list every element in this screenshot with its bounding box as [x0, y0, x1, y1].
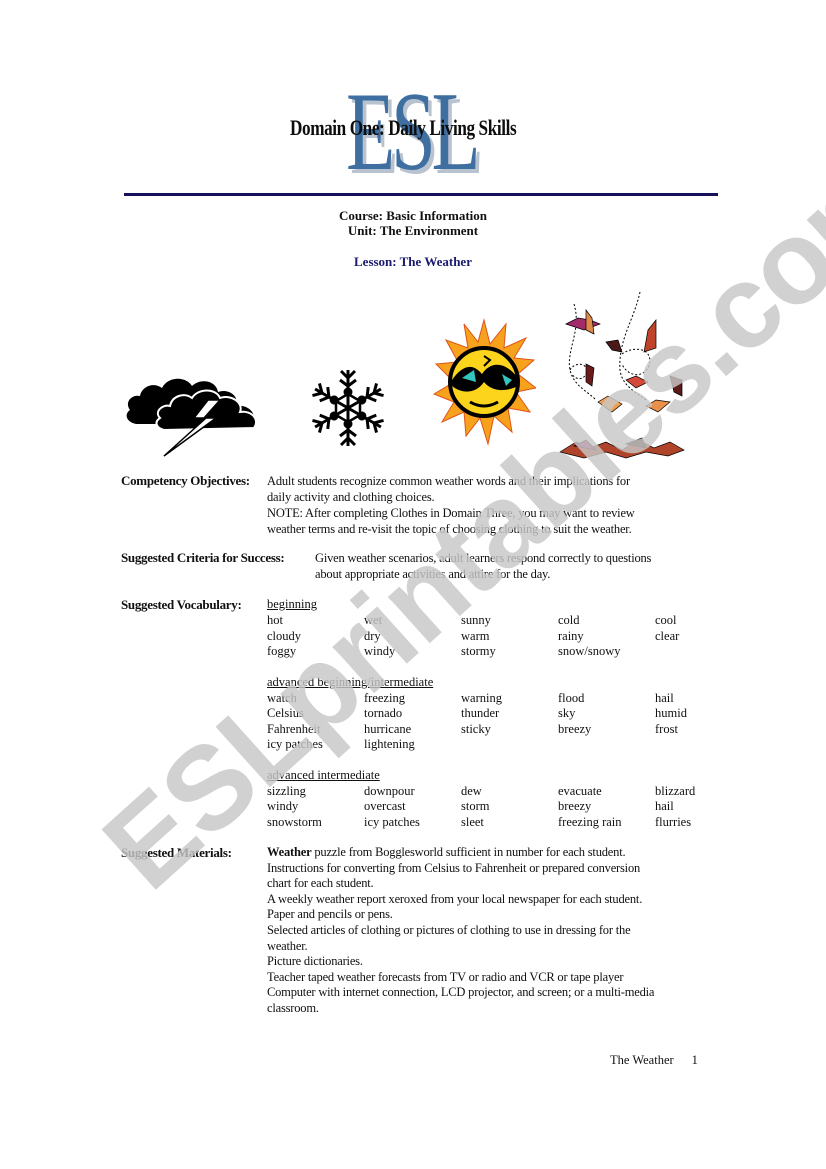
vocab-word: sunny [461, 613, 491, 627]
vocab-word: wet [364, 613, 383, 627]
vocab-word: warm [461, 629, 490, 643]
vocab-word: dew [461, 784, 482, 798]
text-line: Adult students recognize common weather … [267, 474, 630, 488]
vocab-word: hurricane [364, 722, 412, 736]
materials-item: weather. [267, 938, 308, 953]
unit-line: Unit: The Environment [347, 223, 479, 238]
vocab-word: downpour [364, 784, 415, 798]
vocab-word: foggy [267, 644, 297, 658]
vocabulary-label: Suggested Vocabulary: [121, 597, 242, 612]
vocab-word: breezy [558, 799, 592, 813]
course-line: Course: Basic Information [338, 208, 488, 223]
vocab-word: icy patches [267, 737, 323, 751]
footer-title: The Weather [610, 1053, 674, 1067]
vocab-word: frost [655, 722, 678, 736]
materials-item: Computer with internet connection, LCD p… [267, 985, 655, 1000]
vocab-word: cold [558, 613, 580, 627]
falling-autumn-leaves-icon [559, 291, 685, 459]
vocab-word: cloudy [267, 629, 302, 643]
text-line: daily activity and clothing choices. [267, 490, 435, 504]
vocab-word: clear [655, 629, 680, 643]
materials-bold-word: Weather [267, 845, 312, 859]
vocab-word: sizzling [267, 784, 306, 798]
vocab-word: overcast [364, 799, 406, 813]
vocab-word: snow/snowy [558, 644, 621, 658]
vocab-word: cool [655, 613, 677, 627]
text-line: Given weather scenarios, adult learners … [315, 551, 652, 565]
sun-with-sunglasses-icon [432, 318, 536, 446]
vocab-word: windy [364, 644, 396, 658]
snowflake-icon [309, 369, 387, 448]
competency-objectives-label: Competency Objectives: [121, 473, 250, 488]
vocab-word: flood [558, 691, 585, 705]
materials-item: Weather puzzle from Bogglesworld suffici… [267, 845, 654, 861]
competency-objectives-text: Adult students recognize common weather … [267, 473, 635, 537]
vocab-word: humid [655, 706, 687, 720]
lesson-title: Lesson: The Weather [354, 254, 472, 269]
domain-title: Domain One: Daily Living Skills [290, 115, 517, 140]
vocab-word: icy patches [364, 815, 420, 829]
materials-item: A weekly weather report xeroxed from you… [267, 891, 643, 906]
page-footer: The Weather 1 [610, 1053, 698, 1068]
vocab-word: breezy [558, 722, 592, 736]
materials-item: Picture dictionaries. [267, 954, 363, 969]
vocab-word: windy [267, 799, 299, 813]
vocab-word: hail [655, 799, 674, 813]
vocab-word: blizzard [655, 784, 696, 798]
vocab-word: thunder [461, 706, 500, 720]
text-line: weather terms and re-visit the topic of … [267, 522, 632, 536]
vocab-word: sleet [461, 815, 484, 829]
materials-item: Instructions for converting from Celsius… [267, 860, 641, 875]
vocab-word: flurries [655, 815, 692, 829]
vocab-word: Fahrenheit [267, 722, 321, 736]
vocab-word: sky [558, 706, 576, 720]
vocab-word: stormy [461, 644, 496, 658]
materials-list: Weather puzzle from Bogglesworld suffici… [267, 845, 654, 1017]
vocab-word: rainy [558, 629, 584, 643]
vocab-word: tornado [364, 706, 403, 720]
storm-cloud-lightning-icon [126, 378, 258, 457]
vocab-group-heading: advanced intermediate [267, 768, 380, 782]
vocab-word: watch [267, 691, 297, 705]
vocab-word: snowstorm [267, 815, 322, 829]
vocab-word: lightening [364, 737, 415, 751]
vocab-word: Celsius [267, 706, 304, 720]
vocab-word: evacuate [558, 784, 602, 798]
vocab-word: freezing [364, 691, 405, 705]
text-line: about appropriate activities and attire … [315, 567, 551, 581]
text-span: puzzle from Bogglesworld sufficient in n… [311, 845, 626, 859]
criteria-for-success-label: Suggested Criteria for Success: [121, 550, 285, 565]
vocab-group-heading: advanced beginning/intermediate [267, 675, 434, 689]
materials-item: Selected articles of clothing or picture… [267, 922, 631, 937]
page-number: 1 [691, 1053, 698, 1067]
criteria-for-success-text: Given weather scenarios, adult learners … [315, 550, 651, 582]
materials-label: Suggested Materials: [121, 845, 232, 860]
vocab-word: warning [461, 691, 502, 705]
vocab-word: hot [267, 613, 283, 627]
materials-item: classroom. [267, 1000, 319, 1015]
vocab-word: dry [364, 629, 381, 643]
vocab-word: storm [461, 799, 490, 813]
materials-item: Teacher taped weather forecasts from TV … [267, 969, 624, 984]
vocab-word: freezing rain [558, 815, 622, 829]
text-line: NOTE: After completing Clothes in Domain… [267, 506, 635, 520]
materials-item: Paper and pencils or pens. [267, 907, 393, 922]
materials-item: chart for each student. [267, 876, 374, 891]
vocab-word: hail [655, 691, 674, 705]
vocab-word: sticky [461, 722, 491, 736]
vocab-group-heading: beginning [267, 597, 317, 611]
